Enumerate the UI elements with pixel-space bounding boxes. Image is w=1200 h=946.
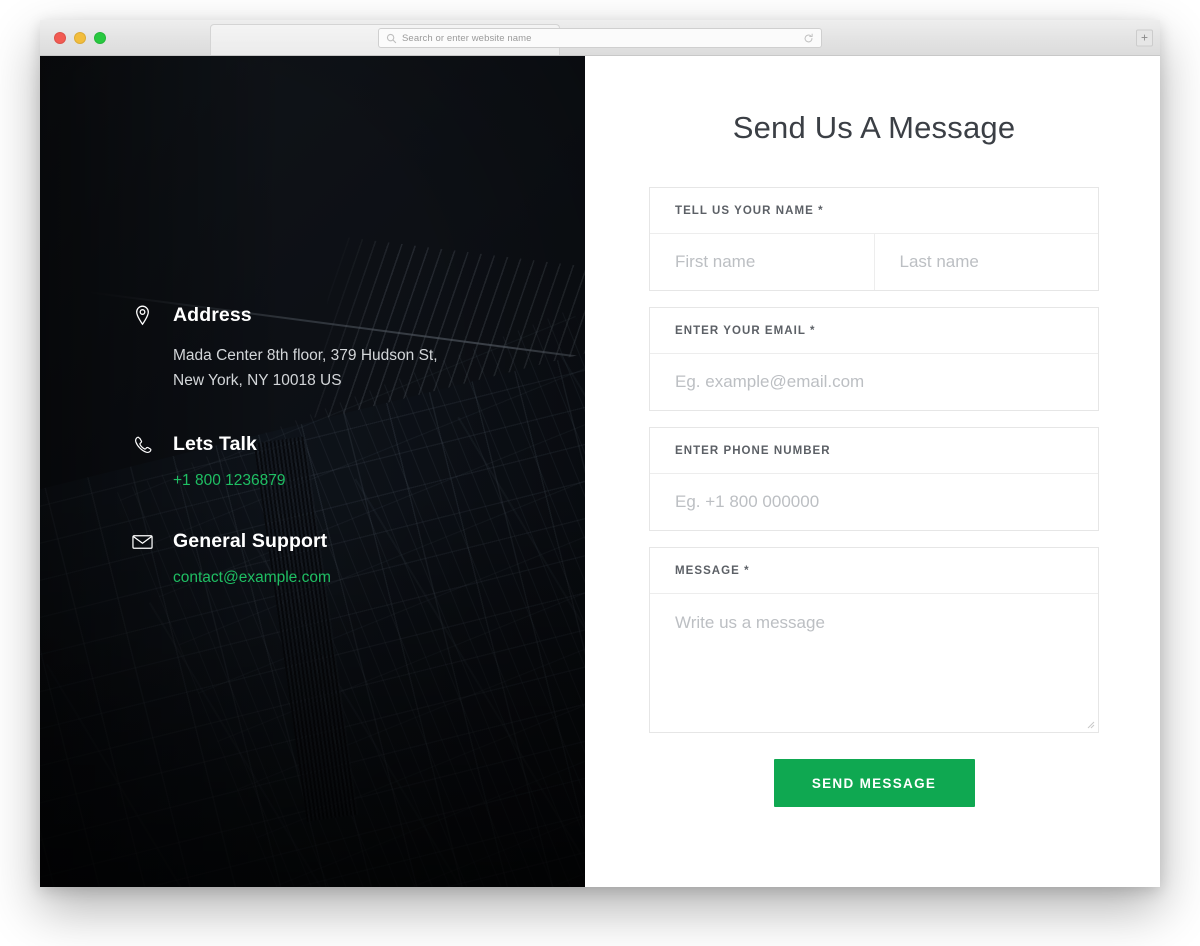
phone-field-label: ENTER PHONE NUMBER bbox=[650, 428, 1098, 474]
page-title: Send Us A Message bbox=[732, 110, 1016, 145]
new-tab-button[interactable]: + bbox=[1136, 29, 1153, 46]
name-field-label: TELL US YOUR NAME * bbox=[650, 188, 1098, 234]
minimize-window-button[interactable] bbox=[74, 31, 86, 44]
contact-item-header: Lets Talk bbox=[131, 433, 531, 456]
contact-address-text: Mada Center 8th floor, 379 Hudson St, Ne… bbox=[173, 343, 531, 393]
email-input[interactable] bbox=[650, 354, 1098, 410]
map-pin-icon bbox=[131, 305, 153, 326]
search-icon bbox=[386, 33, 397, 43]
contact-item-title: Lets Talk bbox=[173, 433, 257, 456]
message-field-label: MESSAGE * bbox=[650, 548, 1098, 594]
reload-icon[interactable] bbox=[803, 33, 814, 44]
first-name-input[interactable] bbox=[650, 234, 874, 290]
contact-item-title: General Support bbox=[173, 530, 328, 553]
contact-item-address: Address Mada Center 8th floor, 379 Hudso… bbox=[131, 304, 531, 393]
first-name-cell bbox=[650, 234, 874, 290]
field-group-email: ENTER YOUR EMAIL * bbox=[649, 307, 1099, 411]
page-root: Search or enter website name + Address M… bbox=[0, 0, 1200, 946]
browser-chrome: Search or enter website name + bbox=[40, 20, 1160, 56]
contact-email-link[interactable]: contact@example.com bbox=[173, 569, 331, 587]
contact-address-line-2: New York, NY 10018 US bbox=[173, 372, 342, 390]
phone-icon bbox=[131, 435, 153, 454]
send-message-button[interactable]: SEND MESSAGE bbox=[773, 759, 975, 807]
address-bar[interactable]: Search or enter website name bbox=[378, 28, 822, 48]
envelope-icon bbox=[131, 534, 153, 550]
contact-item-title: Address bbox=[173, 304, 252, 326]
contact-item-header: General Support bbox=[131, 530, 531, 553]
window-controls bbox=[54, 31, 106, 44]
browser-window: Search or enter website name + Address M… bbox=[40, 20, 1160, 887]
last-name-input[interactable] bbox=[874, 234, 1098, 290]
contact-item-email: General Support contact@example.com bbox=[131, 530, 531, 587]
contact-form-panel: Send Us A Message TELL US YOUR NAME * Fi… bbox=[585, 56, 1160, 887]
field-group-name: TELL US YOUR NAME * bbox=[649, 187, 1099, 291]
last-name-cell bbox=[873, 234, 1098, 290]
field-group-phone: ENTER PHONE NUMBER bbox=[649, 427, 1099, 531]
maximize-window-button[interactable] bbox=[94, 31, 106, 44]
submit-row: SEND MESSAGE bbox=[649, 759, 1099, 807]
contact-info-list: Address Mada Center 8th floor, 379 Hudso… bbox=[131, 304, 531, 587]
phone-input[interactable] bbox=[650, 474, 1098, 530]
close-window-button[interactable] bbox=[54, 31, 66, 44]
contact-phone-link[interactable]: +1 800 1236879 bbox=[173, 472, 286, 490]
contact-address-line-1: Mada Center 8th floor, 379 Hudson St, bbox=[173, 347, 438, 364]
page-viewport: Address Mada Center 8th floor, 379 Hudso… bbox=[40, 56, 1160, 887]
contact-item-header: Address bbox=[131, 304, 531, 327]
contact-form: TELL US YOUR NAME * ENTER YOUR EMA bbox=[649, 146, 1099, 807]
name-field-row bbox=[650, 234, 1098, 290]
contact-photo-panel: Address Mada Center 8th floor, 379 Hudso… bbox=[40, 56, 585, 887]
address-bar-placeholder: Search or enter website name bbox=[402, 32, 532, 44]
contact-item-phone: Lets Talk +1 800 1236879 bbox=[131, 433, 531, 490]
message-textarea[interactable] bbox=[650, 594, 1098, 732]
email-field-label: ENTER YOUR EMAIL * bbox=[650, 308, 1098, 354]
message-textarea-wrap bbox=[650, 594, 1098, 732]
field-group-message: MESSAGE * bbox=[649, 547, 1099, 733]
